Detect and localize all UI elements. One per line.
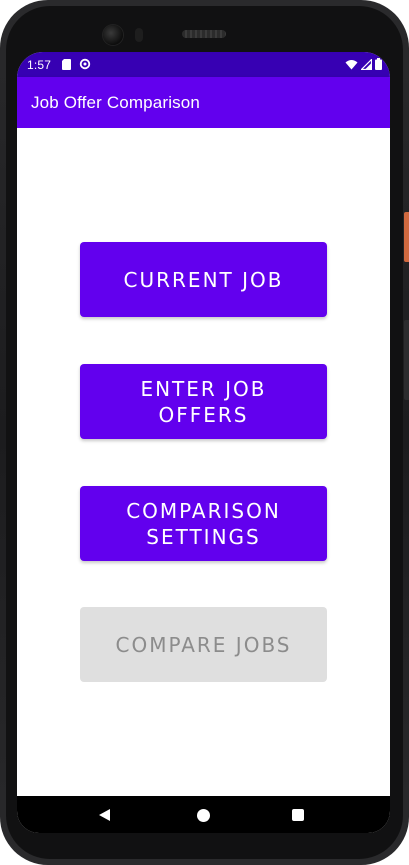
comparison-settings-button[interactable]: COMPARISON SETTINGS bbox=[80, 486, 327, 561]
back-icon[interactable] bbox=[99, 809, 110, 821]
sync-icon bbox=[79, 58, 91, 70]
volume-button[interactable] bbox=[404, 320, 409, 400]
enter-job-offers-button[interactable]: ENTER JOB OFFERS bbox=[80, 364, 327, 439]
battery-icon bbox=[375, 58, 382, 70]
app-bar: Job Offer Comparison bbox=[17, 77, 390, 128]
recents-icon[interactable] bbox=[292, 809, 304, 821]
compare-jobs-button[interactable]: COMPARE JOBS bbox=[80, 607, 327, 682]
phone-screen: 1:57 Job Offer Comparison CURRENT JOB EN… bbox=[17, 52, 390, 833]
front-camera bbox=[103, 25, 123, 45]
sd-card-icon bbox=[62, 59, 71, 70]
app-title: Job Offer Comparison bbox=[31, 93, 200, 112]
navigation-bar bbox=[17, 796, 390, 833]
status-bar: 1:57 bbox=[17, 52, 390, 77]
cell-signal-icon bbox=[361, 58, 372, 70]
wifi-icon bbox=[345, 59, 358, 69]
earpiece-speaker bbox=[182, 30, 226, 38]
current-job-button[interactable]: CURRENT JOB bbox=[80, 242, 327, 317]
power-button[interactable] bbox=[404, 212, 409, 262]
status-icons-right bbox=[345, 58, 382, 70]
main-content: CURRENT JOB ENTER JOB OFFERS COMPARISON … bbox=[17, 128, 390, 796]
status-time: 1:57 bbox=[27, 58, 52, 72]
home-icon[interactable] bbox=[197, 809, 210, 822]
proximity-sensor bbox=[135, 28, 143, 42]
phone-frame: 1:57 Job Offer Comparison CURRENT JOB EN… bbox=[0, 0, 409, 865]
